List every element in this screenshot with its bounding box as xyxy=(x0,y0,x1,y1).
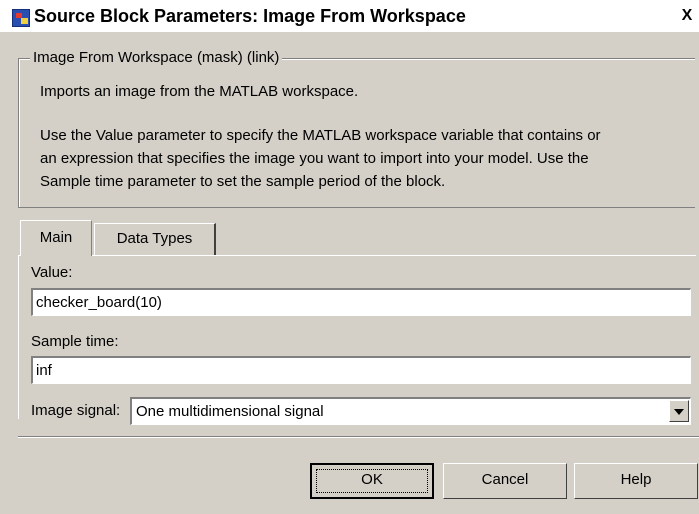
focus-rect xyxy=(316,469,428,493)
description-line: an expression that specifies the image y… xyxy=(40,150,589,167)
ok-button[interactable]: OK xyxy=(310,463,434,499)
sample-time-label: Sample time: xyxy=(31,333,119,350)
window-title: Source Block Parameters: Image From Work… xyxy=(34,6,466,26)
dropdown-button[interactable] xyxy=(669,400,689,422)
image-signal-value: One multidimensional signal xyxy=(136,403,324,420)
tab-data-types[interactable]: Data Types xyxy=(94,223,216,255)
simulink-block-icon xyxy=(12,9,30,27)
image-signal-label: Image signal: xyxy=(31,402,121,419)
sample-time-field[interactable]: inf xyxy=(31,356,691,384)
value-label: Value: xyxy=(31,264,73,281)
title-bar[interactable]: Source Block Parameters: Image From Work… xyxy=(0,0,699,32)
help-button[interactable]: Help xyxy=(574,463,698,499)
value-field[interactable]: checker_board(10) xyxy=(31,288,691,316)
cancel-button[interactable]: Cancel xyxy=(443,463,567,499)
description-line: Imports an image from the MATLAB workspa… xyxy=(40,83,359,100)
tab-main[interactable]: Main xyxy=(20,220,92,256)
description-line: Sample time parameter to set the sample … xyxy=(40,173,446,190)
image-signal-select[interactable]: One multidimensional signal xyxy=(130,397,691,425)
chevron-down-icon xyxy=(674,409,684,415)
divider-highlight xyxy=(18,437,699,438)
close-icon[interactable]: X xyxy=(680,8,694,24)
description-line: Use the Value parameter to specify the M… xyxy=(40,127,601,144)
tab-panel-main xyxy=(18,255,696,419)
group-title: Image From Workspace (mask) (link) xyxy=(30,49,283,66)
dialog-window: Source Block Parameters: Image From Work… xyxy=(0,0,699,514)
